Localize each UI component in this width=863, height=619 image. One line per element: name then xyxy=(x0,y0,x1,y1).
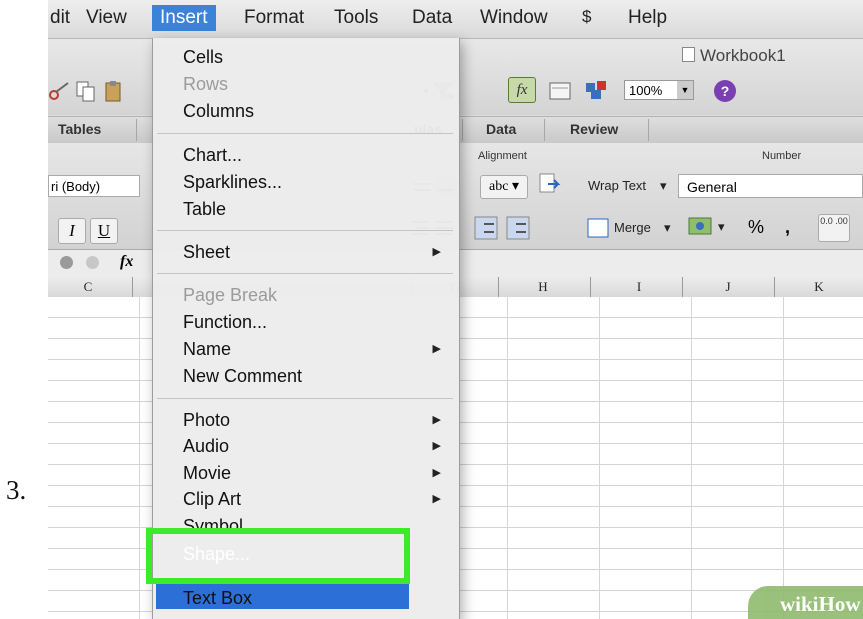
currency-icon[interactable] xyxy=(688,214,712,238)
menu-item-rows: Rows xyxy=(183,74,229,94)
submenu-arrow-icon: ▶ xyxy=(432,343,441,355)
orientation-button[interactable]: abc ▾ xyxy=(480,175,528,199)
paste-icon[interactable] xyxy=(102,79,126,103)
menu-separator xyxy=(157,273,453,274)
italic-button[interactable]: I xyxy=(58,218,86,244)
column-header-k[interactable]: K xyxy=(812,279,826,295)
number-group-title: Number xyxy=(762,150,802,162)
gallery-icon[interactable] xyxy=(584,77,608,101)
formula-fx-icon[interactable]: fx xyxy=(120,253,133,271)
excel-screenshot: dit View Insert Format Tools Data Window… xyxy=(48,0,863,619)
column-header-j[interactable]: J xyxy=(722,279,734,295)
wikihow-watermark: wikiHow xyxy=(748,586,863,619)
submenu-arrow-icon: ▶ xyxy=(432,440,441,452)
insert-function-button[interactable]: fx xyxy=(508,77,536,103)
tab-review[interactable]: Review xyxy=(570,121,618,137)
increase-decimal-button[interactable]: 0.0 .00 xyxy=(818,214,850,242)
menu-tools[interactable]: Tools xyxy=(334,7,378,29)
submenu-arrow-icon: ▶ xyxy=(432,493,441,505)
copy-icon[interactable] xyxy=(74,79,98,103)
submenu-arrow-icon: ▶ xyxy=(432,467,441,479)
menu-bar: dit View Insert Format Tools Data Window… xyxy=(48,0,863,39)
menu-item-function[interactable]: Function... xyxy=(183,311,267,333)
increase-indent-icon[interactable] xyxy=(506,216,530,240)
zoom-value: 100% xyxy=(629,83,663,98)
menu-window[interactable]: Window xyxy=(480,7,548,29)
column-header-c[interactable]: C xyxy=(81,279,95,295)
menu-help[interactable]: Help xyxy=(628,7,667,29)
menu-item-text-box[interactable]: Text Box xyxy=(183,587,252,609)
column-separator xyxy=(498,277,499,297)
formula-builder-icon[interactable] xyxy=(548,79,572,103)
decrease-indent-icon[interactable] xyxy=(474,216,498,240)
document-icon xyxy=(682,47,695,62)
menu-insert[interactable]: Insert xyxy=(152,5,216,31)
menu-item-table[interactable]: Table xyxy=(183,198,226,220)
callout-highlight-box xyxy=(146,528,410,584)
menu-item-page-break: Page Break xyxy=(183,285,278,305)
tab-data[interactable]: Data xyxy=(486,121,516,137)
submenu-arrow-icon: ▶ xyxy=(432,414,441,426)
menu-item-new-comment[interactable]: New Comment xyxy=(183,365,302,387)
script-icon[interactable]: $ xyxy=(582,7,591,27)
column-separator xyxy=(590,277,591,297)
wrap-text-chevron-icon[interactable]: ▾ xyxy=(660,178,667,194)
wrap-text-label[interactable]: Wrap Text xyxy=(588,178,646,193)
tab-separator xyxy=(648,119,649,141)
tab-tables[interactable]: Tables xyxy=(58,121,101,137)
column-separator xyxy=(132,277,133,297)
workbook-title-text: Workbook1 xyxy=(700,46,786,65)
workbook-title: Workbook1 xyxy=(682,46,786,66)
orientation-label: abc xyxy=(489,179,509,194)
column-header-i[interactable]: I xyxy=(634,279,644,295)
comma-button[interactable]: , xyxy=(785,217,790,238)
menu-edit[interactable]: dit xyxy=(50,7,70,29)
merge-label[interactable]: Merge xyxy=(614,220,651,235)
menu-format[interactable]: Format xyxy=(244,7,304,29)
column-separator xyxy=(774,277,775,297)
menu-view[interactable]: View xyxy=(86,7,127,29)
menu-item-movie[interactable]: Movie xyxy=(183,462,231,484)
menu-item-photo[interactable]: Photo xyxy=(183,409,230,431)
menu-item-clip-art[interactable]: Clip Art xyxy=(183,488,241,510)
menu-separator xyxy=(157,133,453,134)
chevron-down-icon[interactable]: ▼ xyxy=(677,81,693,99)
wrap-text-icon[interactable] xyxy=(538,172,562,196)
menu-item-sparklines[interactable]: Sparklines... xyxy=(183,171,282,193)
currency-chevron-icon[interactable]: ▾ xyxy=(718,219,725,235)
cut-icon[interactable] xyxy=(48,79,72,103)
menu-separator xyxy=(157,230,453,231)
column-separator xyxy=(682,277,683,297)
percent-button[interactable]: % xyxy=(748,217,764,238)
menu-item-audio[interactable]: Audio xyxy=(183,435,229,457)
confirm-icon[interactable] xyxy=(86,256,99,269)
tab-separator xyxy=(544,119,545,141)
step-number: 3. xyxy=(6,475,27,505)
menu-separator xyxy=(157,398,453,399)
font-name-field[interactable]: ri (Body) xyxy=(48,175,140,197)
menu-item-sheet[interactable]: Sheet xyxy=(183,241,230,263)
cancel-icon[interactable] xyxy=(60,256,73,269)
menu-data[interactable]: Data xyxy=(412,7,452,29)
menu-item-cells[interactable]: Cells xyxy=(183,46,223,68)
merge-icon[interactable] xyxy=(586,216,610,240)
underline-button[interactable]: U xyxy=(90,218,118,244)
menu-item-chart[interactable]: Chart... xyxy=(183,144,242,166)
tab-separator xyxy=(462,119,463,141)
merge-chevron-icon[interactable]: ▾ xyxy=(664,220,671,236)
submenu-arrow-icon: ▶ xyxy=(432,246,441,258)
tab-separator xyxy=(136,119,137,141)
menu-item-columns[interactable]: Columns xyxy=(183,100,254,122)
alignment-group-title: Alignment xyxy=(478,150,527,162)
column-header-h[interactable]: H xyxy=(536,279,550,295)
zoom-select[interactable]: 100% ▼ xyxy=(624,80,694,100)
help-icon[interactable]: ? xyxy=(714,80,736,102)
menu-item-symbol[interactable]: Symbol... xyxy=(183,515,258,529)
menu-item-name[interactable]: Name xyxy=(183,338,231,360)
number-format-select[interactable]: General xyxy=(678,174,863,198)
